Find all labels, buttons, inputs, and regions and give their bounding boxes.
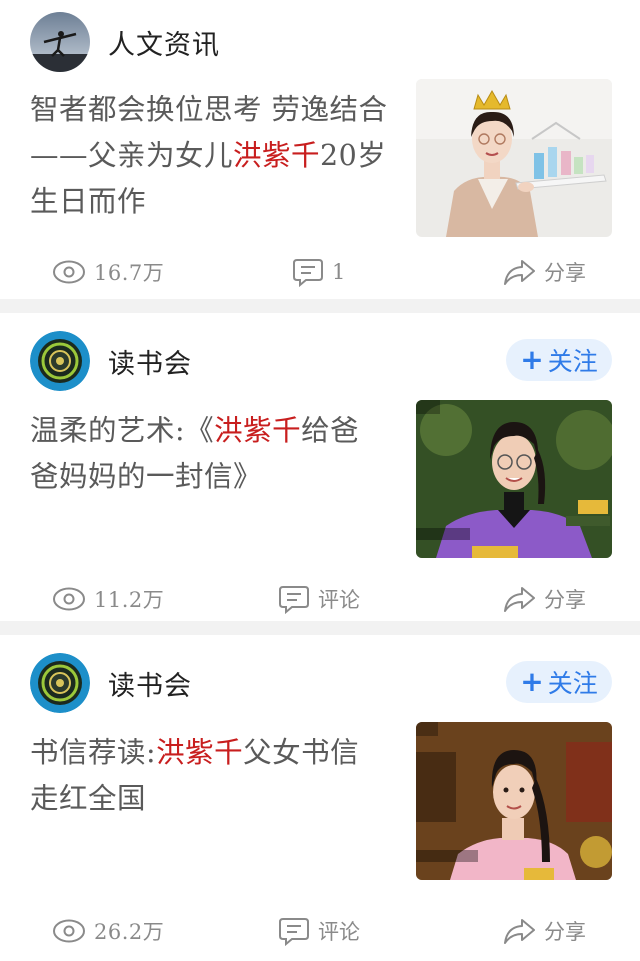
plus-icon: + (520, 665, 544, 698)
avatar[interactable] (30, 331, 90, 391)
card-header: 读书会 (30, 653, 192, 713)
share-icon (504, 919, 535, 944)
news-feed: 人文资讯 智者都会换位思考 劳逸结合——父亲为女儿洪紫千20岁生日而作 16.7… (0, 0, 640, 961)
author-name[interactable]: 人文资讯 (108, 23, 220, 62)
article-title[interactable]: 智者都会换位思考 劳逸结合——父亲为女儿洪紫千20岁生日而作 (30, 87, 388, 225)
title-highlight: 洪紫千 (214, 414, 302, 447)
eye-icon (53, 260, 85, 284)
comments-label: 评论 (318, 920, 360, 944)
article-thumbnail[interactable] (416, 722, 612, 880)
avatar[interactable] (30, 653, 90, 713)
plus-icon: + (520, 343, 544, 376)
views-count: 16.7万 (52, 252, 164, 292)
title-text: 温柔的艺术:《 (30, 414, 215, 447)
comment-icon (279, 586, 309, 614)
share-label: 分享 (544, 920, 586, 944)
comment-button[interactable]: 评论 (278, 911, 360, 951)
avatar[interactable] (30, 12, 90, 72)
comment-button[interactable]: 1 (292, 252, 346, 292)
share-button[interactable]: 分享 (502, 579, 586, 619)
views-value: 26.2万 (94, 920, 165, 944)
card-stats: 16.7万 1 分享 (0, 252, 640, 292)
comments-label: 评论 (318, 588, 360, 612)
views-value: 11.2万 (94, 588, 165, 612)
share-icon (504, 260, 535, 285)
share-label: 分享 (544, 588, 586, 612)
eye-icon (53, 587, 85, 611)
article-thumbnail[interactable] (416, 400, 612, 558)
title-highlight: 洪紫千 (156, 736, 244, 769)
feed-card[interactable]: 读书会 + 关注 书信荐读:洪紫千父女书信走红全国 26.2万 评论 分享 (0, 635, 640, 961)
share-button[interactable]: 分享 (502, 252, 586, 292)
feed-card[interactable]: 人文资讯 智者都会换位思考 劳逸结合——父亲为女儿洪紫千20岁生日而作 16.7… (0, 0, 640, 299)
share-icon (504, 587, 535, 612)
title-text: 书信荐读: (30, 736, 157, 769)
comment-icon (279, 918, 309, 946)
follow-button[interactable]: + 关注 (506, 661, 612, 703)
share-button[interactable]: 分享 (502, 911, 586, 951)
card-header: 人文资讯 (30, 12, 220, 72)
author-name[interactable]: 读书会 (108, 664, 192, 703)
follow-button[interactable]: + 关注 (506, 339, 612, 381)
views-count: 11.2万 (52, 579, 164, 619)
card-stats: 26.2万 评论 分享 (0, 911, 640, 951)
feed-card[interactable]: 读书会 + 关注 温柔的艺术:《洪紫千给爸爸妈妈的一封信》 11.2万 评论 分… (0, 313, 640, 621)
follow-label: 关注 (547, 347, 598, 376)
card-stats: 11.2万 评论 分享 (0, 579, 640, 619)
article-thumbnail[interactable] (416, 79, 612, 237)
article-title[interactable]: 书信荐读:洪紫千父女书信走红全国 (30, 730, 388, 822)
comment-icon (293, 259, 323, 287)
views-value: 16.7万 (94, 261, 165, 285)
card-header: 读书会 (30, 331, 192, 391)
title-highlight: 洪紫千 (233, 139, 321, 172)
follow-label: 关注 (547, 669, 598, 698)
article-title[interactable]: 温柔的艺术:《洪紫千给爸爸妈妈的一封信》 (30, 408, 388, 500)
views-count: 26.2万 (52, 911, 164, 951)
author-name[interactable]: 读书会 (108, 342, 192, 381)
share-label: 分享 (544, 261, 586, 285)
comment-button[interactable]: 评论 (278, 579, 360, 619)
comments-value: 1 (332, 260, 346, 284)
eye-icon (53, 919, 85, 943)
